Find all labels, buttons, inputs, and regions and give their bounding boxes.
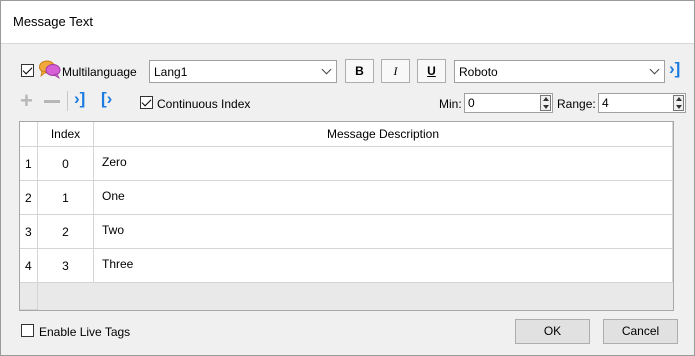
remove-row-icon[interactable] xyxy=(44,100,60,103)
italic-button[interactable]: I xyxy=(381,59,410,83)
language-select-value: Lang1 xyxy=(154,65,188,79)
range-label: Range: xyxy=(557,97,596,111)
min-spinner[interactable]: 0 xyxy=(464,93,553,113)
cancel-button[interactable]: Cancel xyxy=(603,319,678,344)
row-header[interactable]: 3 xyxy=(20,215,38,249)
min-label: Min: xyxy=(439,97,462,111)
spin-up-icon[interactable] xyxy=(543,97,549,101)
enable-live-tags-label: Enable Live Tags xyxy=(39,325,131,339)
font-select-value: Roboto xyxy=(459,65,498,79)
underline-button[interactable]: U xyxy=(417,59,446,83)
index-cell[interactable]: 2 xyxy=(38,215,94,249)
index-cell[interactable]: 3 xyxy=(38,249,94,283)
goto-end-icon[interactable]: ›] xyxy=(74,89,85,109)
bold-button[interactable]: B xyxy=(345,59,374,83)
message-text-dialog: Message Text Multilanguage Lang1 B I U R… xyxy=(0,0,695,356)
continuous-index-label: Continuous Index xyxy=(157,97,251,111)
font-select[interactable]: Roboto xyxy=(454,60,665,83)
title-bar: Message Text xyxy=(1,1,694,44)
index-cell[interactable]: 0 xyxy=(38,147,94,181)
ok-button[interactable]: OK xyxy=(515,319,590,344)
chevron-down-icon xyxy=(649,64,660,75)
message-table: Index Message Description 1 0 Zero 2 1 O… xyxy=(19,121,674,311)
multilanguage-icon xyxy=(39,59,61,82)
description-cell[interactable]: Two xyxy=(94,215,673,249)
table-corner xyxy=(20,122,38,147)
spin-down-icon[interactable] xyxy=(543,105,549,109)
range-value: 4 xyxy=(602,96,609,110)
description-cell[interactable]: One xyxy=(94,181,673,215)
row-header-empty xyxy=(20,283,38,310)
spin-buttons[interactable] xyxy=(673,95,684,111)
row-header[interactable]: 2 xyxy=(20,181,38,215)
spin-down-icon[interactable] xyxy=(676,105,682,109)
description-cell[interactable]: Zero xyxy=(94,147,673,181)
multilanguage-checkbox[interactable] xyxy=(21,64,34,77)
toolbar-divider xyxy=(67,91,68,111)
row-header[interactable]: 4 xyxy=(20,249,38,283)
spin-up-icon[interactable] xyxy=(676,97,682,101)
range-spinner[interactable]: 4 xyxy=(598,93,686,113)
column-header-index[interactable]: Index xyxy=(38,122,94,147)
dialog-title: Message Text xyxy=(13,14,93,29)
spin-buttons[interactable] xyxy=(540,95,551,111)
language-select[interactable]: Lang1 xyxy=(149,60,337,83)
row-header[interactable]: 1 xyxy=(20,147,38,181)
goto-start-icon[interactable]: [› xyxy=(101,89,112,109)
continuous-index-checkbox[interactable] xyxy=(140,96,153,109)
description-cell[interactable]: Three xyxy=(94,249,673,283)
min-value: 0 xyxy=(468,96,475,110)
chevron-down-icon xyxy=(321,64,332,75)
index-cell[interactable]: 1 xyxy=(38,181,94,215)
column-header-description[interactable]: Message Description xyxy=(94,122,673,147)
multilanguage-label: Multilanguage xyxy=(62,65,137,79)
enable-live-tags-checkbox[interactable] xyxy=(21,324,34,337)
goto-end-icon[interactable]: ›] xyxy=(669,59,680,79)
add-row-icon[interactable]: + xyxy=(20,90,33,112)
